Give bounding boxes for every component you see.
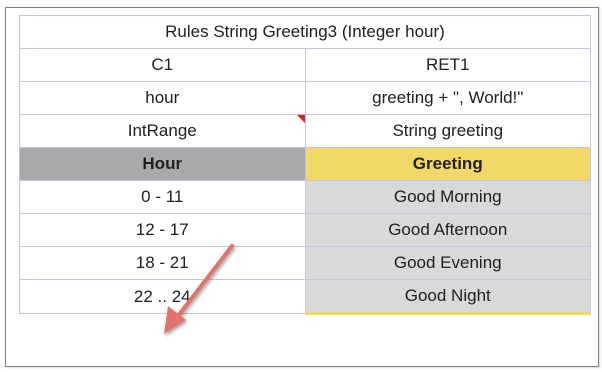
expression-row: hour greeting + ", World!" xyxy=(19,81,591,115)
spreadsheet-view: Rules String Greeting3 (Integer hour) C1… xyxy=(5,7,599,367)
comment-indicator-icon[interactable] xyxy=(296,115,305,123)
greeting-cell[interactable]: Good Afternoon xyxy=(304,213,591,247)
greeting-cell[interactable]: Good Evening xyxy=(304,246,591,280)
condition-header-cell[interactable]: C1 xyxy=(19,48,306,82)
decision-table: Rules String Greeting3 (Integer hour) C1… xyxy=(19,15,591,315)
return-type-cell[interactable]: String greeting xyxy=(304,114,591,148)
greeting-cell[interactable]: Good Night xyxy=(304,279,591,315)
condition-type-cell[interactable]: IntRange xyxy=(19,114,306,148)
condition-param-cell[interactable]: hour xyxy=(19,81,306,115)
table-row: 12 - 17 Good Afternoon xyxy=(19,213,591,247)
hour-column-header[interactable]: Hour xyxy=(19,147,306,181)
hour-cell[interactable]: 0 - 11 xyxy=(19,180,306,214)
return-expression-cell[interactable]: greeting + ", World!" xyxy=(304,81,591,115)
hour-cell[interactable]: 18 - 21 xyxy=(19,246,306,280)
hour-cell[interactable]: 22 .. 24 xyxy=(19,279,306,314)
greeting-column-header[interactable]: Greeting xyxy=(304,147,591,181)
return-header-cell[interactable]: RET1 xyxy=(304,48,591,82)
hour-cell[interactable]: 12 - 17 xyxy=(19,213,306,247)
table-row: 0 - 11 Good Morning xyxy=(19,180,591,214)
table-row: 22 .. 24 Good Night xyxy=(19,279,591,315)
greeting-cell[interactable]: Good Morning xyxy=(304,180,591,214)
condition-type-label: IntRange xyxy=(127,121,197,140)
type-row: IntRange String greeting xyxy=(19,114,591,148)
table-title-row: Rules String Greeting3 (Integer hour) xyxy=(19,15,591,49)
display-header-row: Hour Greeting xyxy=(19,147,591,181)
column-id-row: C1 RET1 xyxy=(19,48,591,82)
table-row: 18 - 21 Good Evening xyxy=(19,246,591,280)
table-title-cell[interactable]: Rules String Greeting3 (Integer hour) xyxy=(19,15,591,49)
